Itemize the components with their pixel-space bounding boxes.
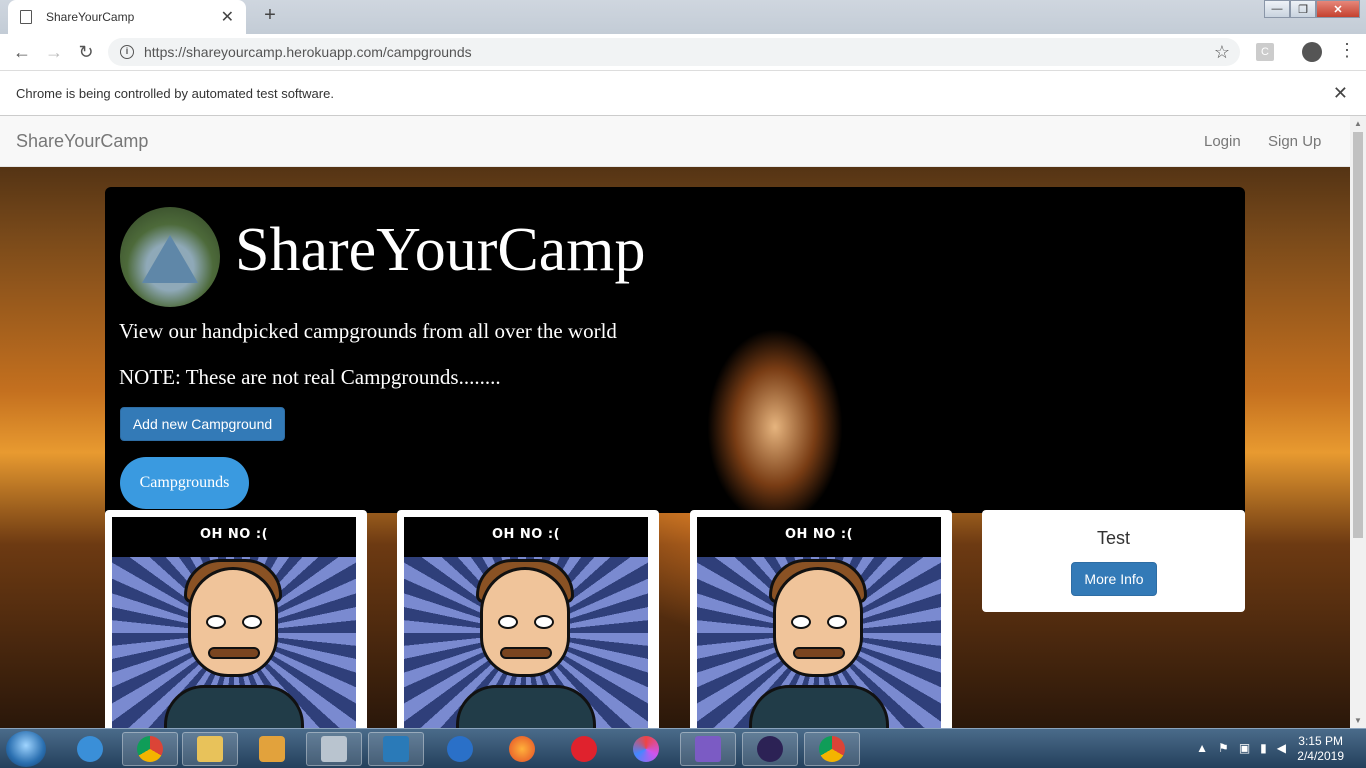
restore-button[interactable]: ❐ bbox=[1290, 0, 1316, 18]
eye-right bbox=[534, 615, 554, 629]
campground-image: OH NO :( bbox=[112, 517, 356, 728]
campground-card[interactable]: OH NO :( bbox=[397, 510, 659, 728]
tab-strip: ShareYourCamp ✕ + — ❐ ✕ bbox=[0, 0, 1366, 34]
reload-icon[interactable]: ↻ bbox=[70, 42, 102, 63]
mustache bbox=[500, 647, 552, 659]
hp-icon[interactable] bbox=[368, 732, 424, 766]
page-scrollbar[interactable]: ▲ ▼ bbox=[1350, 116, 1366, 728]
more-info-button[interactable]: More Info bbox=[1071, 562, 1157, 596]
volume-muted-icon[interactable]: ◀ bbox=[1277, 741, 1286, 755]
cartoon-body bbox=[456, 685, 596, 728]
window-controls: — ❐ ✕ bbox=[1264, 0, 1360, 18]
device-icon[interactable]: ▣ bbox=[1239, 741, 1250, 755]
thunderbird-icon[interactable] bbox=[432, 732, 488, 766]
page-viewport: ShareYourCamp Login Sign Up ShareYourCam… bbox=[0, 116, 1350, 728]
card-title: Test bbox=[1096, 528, 1130, 548]
opera-icon[interactable] bbox=[556, 732, 612, 766]
add-campground-button[interactable]: Add new Campground bbox=[120, 407, 285, 441]
image-caption: OH NO :( bbox=[784, 526, 854, 542]
eye-right bbox=[827, 615, 847, 629]
cartoon-face bbox=[773, 567, 863, 677]
page-title: ShareYourCamp bbox=[235, 216, 646, 284]
site-navbar: ShareYourCamp Login Sign Up bbox=[0, 116, 1350, 167]
tray-expand-icon[interactable]: ▲ bbox=[1196, 741, 1208, 755]
login-link[interactable]: Login bbox=[1204, 133, 1241, 150]
cartoon-face bbox=[188, 567, 278, 677]
eye-left bbox=[498, 615, 518, 629]
mustache bbox=[793, 647, 845, 659]
image-caption: OH NO :( bbox=[491, 526, 561, 542]
infobar-text: Chrome is being controlled by automated … bbox=[16, 85, 334, 101]
campgrounds-pill[interactable]: Campgrounds bbox=[120, 457, 249, 509]
network-icon[interactable]: ▮ bbox=[1260, 741, 1267, 755]
minimize-button[interactable]: — bbox=[1264, 0, 1290, 18]
browser-toolbar: ← → ↻ i https://shareyourcamp.herokuapp.… bbox=[0, 34, 1366, 70]
clock-date: 2/4/2019 bbox=[1297, 749, 1344, 763]
tent-icon bbox=[142, 235, 198, 283]
campground-card[interactable]: OH NO :( bbox=[105, 510, 367, 728]
profile-icon[interactable] bbox=[1302, 42, 1322, 62]
navbar-brand[interactable]: ShareYourCamp bbox=[16, 131, 148, 152]
site-logo bbox=[120, 207, 220, 307]
clock-time: 3:15 PM bbox=[1298, 734, 1343, 748]
system-tray: ▲ ⚑ ▣ ▮ ◀ bbox=[1196, 741, 1286, 755]
flag-icon[interactable]: ⚑ bbox=[1218, 741, 1229, 755]
signup-link[interactable]: Sign Up bbox=[1268, 133, 1321, 150]
spiral-app-icon[interactable] bbox=[618, 732, 674, 766]
subtitle: View our handpicked campgrounds from all… bbox=[119, 319, 617, 343]
eclipse-icon[interactable] bbox=[742, 732, 798, 766]
image-caption: OH NO :( bbox=[199, 526, 269, 542]
forward-icon[interactable]: → bbox=[38, 42, 70, 63]
campground-image: OH NO :( bbox=[404, 517, 648, 728]
chrome-icon[interactable] bbox=[804, 732, 860, 766]
eye-left bbox=[206, 615, 226, 629]
note-text: NOTE: These are not real Campgrounds....… bbox=[119, 365, 501, 389]
windows-taskbar: ▲ ⚑ ▣ ▮ ◀ 3:15 PM 2/4/2019 bbox=[0, 728, 1366, 768]
back-icon[interactable]: ← bbox=[6, 42, 38, 63]
bookmark-star-icon[interactable]: ☆ bbox=[1214, 42, 1230, 63]
scroll-down-arrow-icon[interactable]: ▼ bbox=[1354, 716, 1362, 725]
automation-infobar: Chrome is being controlled by automated … bbox=[0, 70, 1366, 116]
printer-icon[interactable] bbox=[306, 732, 362, 766]
tab-close-icon[interactable]: ✕ bbox=[221, 7, 234, 27]
menu-kebab-icon[interactable]: ⋮ bbox=[1338, 40, 1356, 61]
scrollbar-thumb[interactable] bbox=[1353, 132, 1363, 538]
tab-title: ShareYourCamp bbox=[46, 10, 135, 24]
test-campground-card: Test More Info bbox=[982, 510, 1245, 612]
firefox-icon[interactable] bbox=[494, 732, 550, 766]
file-explorer-icon[interactable] bbox=[182, 732, 238, 766]
media-player-icon[interactable] bbox=[244, 732, 300, 766]
extension-icon[interactable]: C bbox=[1256, 43, 1274, 61]
page-icon bbox=[20, 10, 32, 24]
campground-card[interactable]: OH NO :( bbox=[690, 510, 952, 728]
cartoon-face bbox=[480, 567, 570, 677]
browser-tab[interactable]: ShareYourCamp ✕ bbox=[8, 0, 246, 34]
eye-right bbox=[242, 615, 262, 629]
fire-background bbox=[645, 287, 905, 513]
cartoon-body bbox=[164, 685, 304, 728]
start-button[interactable] bbox=[6, 731, 46, 767]
campground-image: OH NO :( bbox=[697, 517, 941, 728]
chrome-icon[interactable] bbox=[122, 732, 178, 766]
jumbotron: ShareYourCamp View our handpicked campgr… bbox=[105, 187, 1245, 513]
visual-studio-icon[interactable] bbox=[680, 732, 736, 766]
eye-left bbox=[791, 615, 811, 629]
cartoon-body bbox=[749, 685, 889, 728]
url-text[interactable]: https://shareyourcamp.herokuapp.com/camp… bbox=[144, 44, 1214, 60]
scroll-up-arrow-icon[interactable]: ▲ bbox=[1354, 119, 1362, 128]
internet-explorer-icon[interactable] bbox=[62, 732, 118, 766]
mustache bbox=[208, 647, 260, 659]
new-tab-button[interactable]: + bbox=[258, 4, 282, 27]
site-info-icon[interactable]: i bbox=[120, 45, 134, 59]
taskbar-clock[interactable]: 3:15 PM 2/4/2019 bbox=[1297, 734, 1344, 764]
close-window-button[interactable]: ✕ bbox=[1316, 0, 1360, 18]
infobar-close-icon[interactable]: ✕ bbox=[1333, 83, 1348, 104]
address-bar[interactable]: i https://shareyourcamp.herokuapp.com/ca… bbox=[108, 38, 1240, 66]
